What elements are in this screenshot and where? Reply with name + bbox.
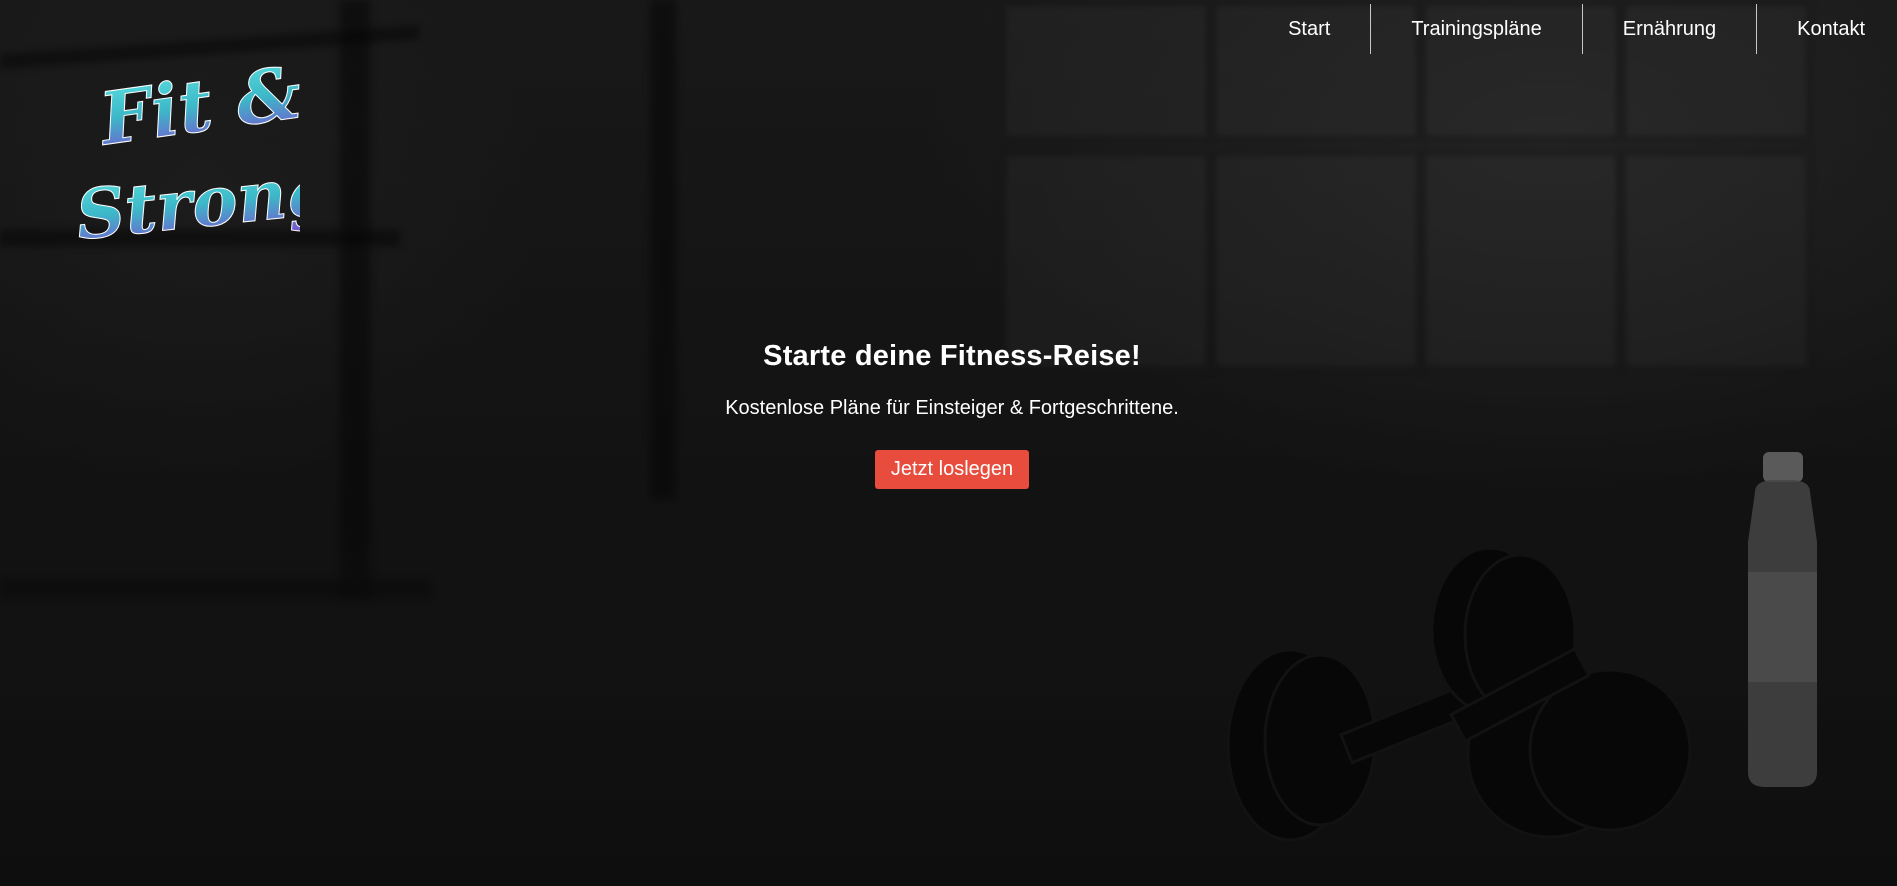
hero-title: Starte deine Fitness-Reise!: [763, 340, 1141, 372]
hero-content: Starte deine Fitness-Reise! Kostenlose P…: [0, 340, 1897, 489]
logo[interactable]: Fit & Strong: [70, 48, 300, 268]
logo-text-line1: Fit &: [93, 49, 300, 162]
nav-item-kontakt[interactable]: Kontakt: [1757, 4, 1897, 54]
nav-item-start[interactable]: Start: [1288, 4, 1370, 54]
hero-subtitle: Kostenlose Pläne für Einsteiger & Fortge…: [725, 397, 1179, 419]
main-nav: Start Trainingspläne Ernährung Kontakt: [1288, 4, 1897, 54]
cta-button[interactable]: Jetzt loslegen: [874, 450, 1030, 489]
logo-text-line2: Strong: [72, 150, 300, 257]
nav-item-trainingsplaene[interactable]: Trainingspläne: [1371, 4, 1581, 54]
hero-section: Fit & Strong Start Trainingspläne Ernähr…: [0, 0, 1897, 886]
nav-item-ernaehrung[interactable]: Ernährung: [1583, 4, 1756, 54]
